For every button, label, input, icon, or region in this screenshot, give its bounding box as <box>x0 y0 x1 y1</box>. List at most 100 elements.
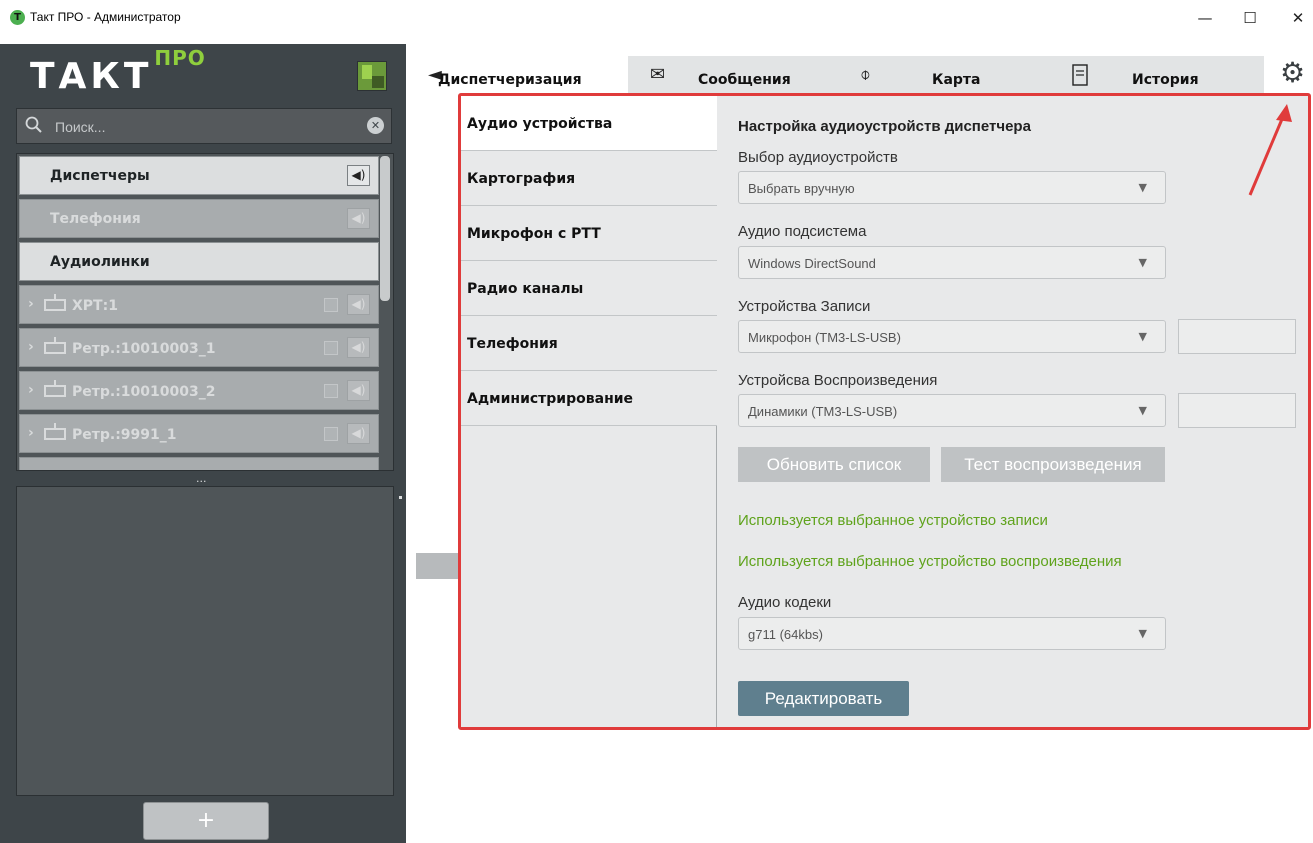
dropdown-value: Динамики (TM3-LS-USB) <box>748 404 898 419</box>
dropdown-value: Windows DirectSound <box>748 256 876 271</box>
item-label: ХРТ:1 <box>72 298 118 314</box>
search-box[interactable]: Поиск... ✕ <box>16 108 392 144</box>
radio-device-icon <box>44 380 66 397</box>
codec-label: Аудио кодеки <box>738 594 832 611</box>
category-label: Микрофон с PTT <box>467 226 601 242</box>
playback-device-label: Устройсва Воспроизведения <box>738 372 938 389</box>
list-item[interactable]: › Ретр.:10010003_2 ◀) <box>19 371 379 410</box>
dropdown-value: g711 (64kbs) <box>748 627 823 642</box>
title-bar: T Такт ПРО - Администратор — ☐ ✕ <box>0 0 1313 44</box>
tab-label: История <box>1132 72 1199 88</box>
item-checkbox[interactable] <box>324 298 338 312</box>
settings-panel: Аудио устройства Картография Микрофон с … <box>458 93 1311 730</box>
envelope-icon: ✉ <box>650 64 666 85</box>
clear-search-icon[interactable]: ✕ <box>367 117 384 134</box>
record-level-box <box>1178 319 1296 354</box>
close-button[interactable]: ✕ <box>1278 6 1313 30</box>
radio-device-icon <box>44 337 66 354</box>
chevron-right-icon[interactable]: › <box>28 339 34 355</box>
record-device-label: Устройства Записи <box>738 298 871 315</box>
search-input[interactable]: Поиск... <box>55 119 105 135</box>
search-icon <box>25 116 42 133</box>
category-telephony[interactable]: Телефония <box>461 316 717 371</box>
item-label: Ретр.:10010003_2 <box>72 384 216 400</box>
category-cartography[interactable]: Картография <box>461 151 717 206</box>
chevron-right-icon[interactable]: › <box>28 296 34 312</box>
chevron-right-icon[interactable]: › <box>28 425 34 441</box>
refresh-list-button[interactable]: Обновить список <box>738 447 930 482</box>
category-radio-channels[interactable]: Радио каналы <box>461 261 717 316</box>
window-title: Такт ПРО - Администратор <box>30 10 181 24</box>
add-button[interactable]: + <box>143 802 269 840</box>
minimize-button[interactable]: — <box>1185 6 1225 30</box>
category-label: Картография <box>467 171 576 187</box>
logo-text: ТАКТ <box>30 56 153 97</box>
dropdown-arrow-icon: ▼ <box>1138 330 1147 343</box>
maximize-button[interactable]: ☐ <box>1230 6 1270 30</box>
group-label: Телефония <box>50 211 141 227</box>
tab-label: Карта <box>932 72 981 88</box>
settings-gear-icon[interactable]: ⚙ <box>1280 58 1305 88</box>
speaker-icon[interactable]: ◀) <box>347 423 370 444</box>
item-checkbox[interactable] <box>324 427 338 441</box>
item-label: Ретр.:10010003_1 <box>72 341 216 357</box>
form-heading: Настройка аудиоустройств диспетчера <box>738 118 1031 135</box>
playback-level-box <box>1178 393 1296 428</box>
record-device-dropdown[interactable]: Микрофон (TM3-LS-USB) ▼ <box>738 320 1166 353</box>
speaker-icon[interactable]: ◀) <box>347 165 370 186</box>
dropdown-arrow-icon: ▼ <box>1138 181 1147 194</box>
category-label: Администрирование <box>467 391 634 407</box>
dropdown-arrow-icon: ▼ <box>1138 256 1147 269</box>
item-checkbox[interactable] <box>324 341 338 355</box>
subsystem-dropdown[interactable]: Windows DirectSound ▼ <box>738 246 1166 279</box>
group-row-telephony[interactable]: Телефония ◀) <box>19 199 379 238</box>
contacts-list[interactable]: Диспетчеры ◀) Телефония ◀) Аудиолинки › … <box>16 153 394 471</box>
group-label: Аудиолинки <box>50 254 150 270</box>
radio-device-icon <box>44 423 66 440</box>
tab-label: Сообщения <box>698 72 791 88</box>
list-item[interactable] <box>19 457 379 470</box>
sidebar: ТАКТ ПРО Поиск... ✕ Диспетчеры ◀) Телефон… <box>0 44 406 843</box>
document-icon <box>1072 64 1088 86</box>
subsystem-label: Аудио подсистема <box>738 223 867 240</box>
list-item[interactable]: › Ретр.:10010003_1 ◀) <box>19 328 379 367</box>
background-strip <box>416 553 460 579</box>
category-administration[interactable]: Администрирование <box>461 371 717 426</box>
category-label: Телефония <box>467 336 558 352</box>
group-row-dispatchers[interactable]: Диспетчеры ◀) <box>19 156 379 195</box>
audio-settings-form: Настройка аудиоустройств диспетчера Выбо… <box>718 96 1308 727</box>
dropdown-arrow-icon: ▼ <box>1138 404 1147 417</box>
audio-select-dropdown[interactable]: Выбрать вручную ▼ <box>738 171 1166 204</box>
dropdown-value: Микрофон (TM3-LS-USB) <box>748 330 901 345</box>
category-ptt-microphone[interactable]: Микрофон с PTT <box>461 206 717 261</box>
speaker-icon[interactable]: ◀) <box>347 208 370 229</box>
annotation-arrow-icon <box>1248 104 1292 196</box>
item-checkbox[interactable] <box>324 384 338 398</box>
category-label: Аудио устройства <box>467 116 613 132</box>
edit-button[interactable]: Редактировать <box>738 681 909 716</box>
test-playback-button[interactable]: Тест воспроизведения <box>941 447 1165 482</box>
chevron-right-icon[interactable]: › <box>28 382 34 398</box>
connection-status-icon[interactable] <box>357 61 387 91</box>
tab-label: Диспетчеризация <box>438 72 582 88</box>
category-label: Радио каналы <box>467 281 584 297</box>
speaker-icon[interactable]: ◀) <box>347 380 370 401</box>
codec-dropdown[interactable]: g711 (64kbs) ▼ <box>738 617 1166 650</box>
record-status-text: Используется выбранное устройство записи <box>738 512 1048 529</box>
app-logo-icon: T <box>10 10 25 25</box>
lower-panel <box>16 486 394 796</box>
playback-device-dropdown[interactable]: Динамики (TM3-LS-USB) ▼ <box>738 394 1166 427</box>
group-row-audiolinks[interactable]: Аудиолинки <box>19 242 379 281</box>
panel-splitter[interactable]: ... <box>196 472 207 485</box>
list-scrollbar[interactable] <box>380 156 390 301</box>
sidebar-resize-handle[interactable] <box>399 496 402 499</box>
list-item[interactable]: › ХРТ:1 ◀) <box>19 285 379 324</box>
speaker-icon[interactable]: ◀) <box>347 294 370 315</box>
group-label: Диспетчеры <box>50 168 150 184</box>
category-audio-devices[interactable]: Аудио устройства <box>461 96 717 151</box>
audio-select-label: Выбор аудиоустройств <box>738 149 898 166</box>
list-item[interactable]: › Ретр.:9991_1 ◀) <box>19 414 379 453</box>
map-pin-icon: ⌽ <box>860 64 871 85</box>
radio-device-icon <box>44 294 66 311</box>
speaker-icon[interactable]: ◀) <box>347 337 370 358</box>
